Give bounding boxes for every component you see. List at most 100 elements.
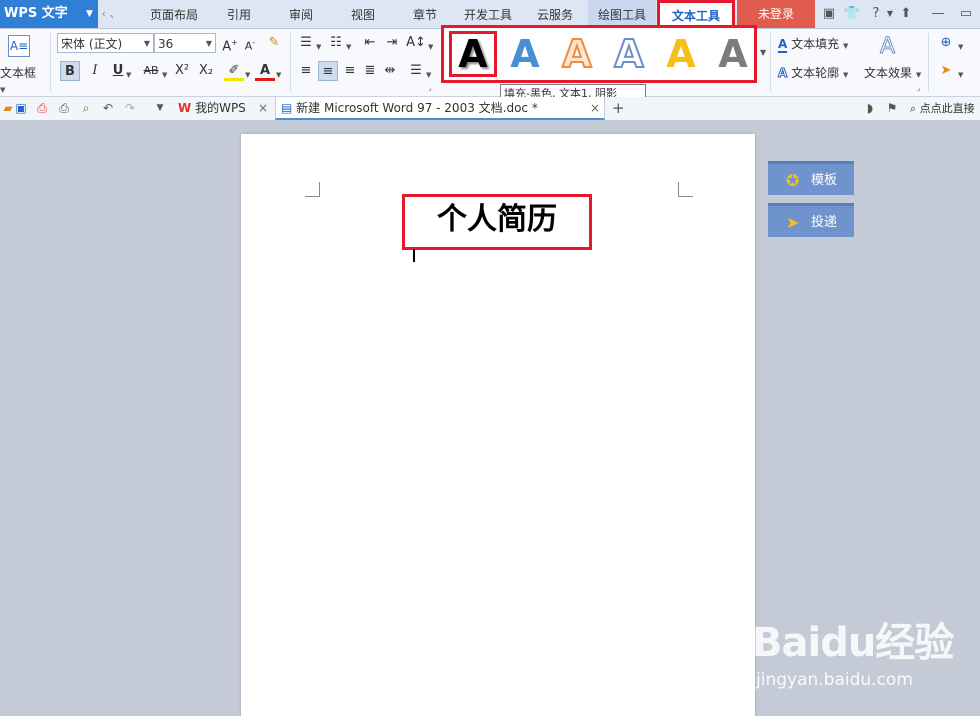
letter-a-icon: A [718, 32, 748, 76]
decrease-indent-icon[interactable]: ⇤ [360, 33, 380, 53]
export-pdf-icon[interactable]: ⎙ [34, 99, 50, 117]
align-left-icon[interactable]: ≡ [296, 61, 316, 81]
doc-tab-my-wps[interactable]: W 我的WPS × [172, 97, 272, 120]
chevron-down-icon: ▼ [915, 71, 922, 79]
submit-button[interactable]: ➤ 投递 [768, 203, 854, 237]
align-right-icon[interactable]: ≡ [340, 61, 360, 81]
chevron-down-icon[interactable]: ▼ [245, 66, 250, 80]
letter-a-icon: A [510, 32, 540, 76]
watermark-logo: Baidu经验 [752, 620, 954, 666]
tab-drawing-tools[interactable]: 绘图工具 [588, 0, 656, 28]
print-icon[interactable]: ⎙ [56, 99, 72, 117]
tab-page-layout[interactable]: 页面布局 [138, 0, 210, 28]
bullet-list-icon[interactable]: ☰ [296, 33, 316, 53]
dialog-launcher-icon[interactable]: ⌟ [428, 83, 432, 92]
gallery-more-icon[interactable]: ▼ [760, 48, 766, 57]
new-tab-icon[interactable]: + [612, 97, 628, 120]
text-fill-button[interactable]: A 文本填充 ▼ [778, 35, 860, 53]
strikethrough-button[interactable]: AB [140, 61, 162, 81]
tab-section[interactable]: 章节 [400, 0, 450, 28]
tab-scroll-left-icon[interactable]: ‹ 、 [100, 0, 122, 28]
style-fill-gray[interactable]: A [709, 31, 757, 77]
subscript-button[interactable]: X₂ [195, 61, 217, 81]
style-fill-black[interactable]: A [449, 31, 497, 77]
select-pointer-icon[interactable]: ➤ [936, 61, 956, 81]
find-icon[interactable]: ⊕ [936, 33, 956, 53]
letter-a-icon: A [666, 32, 696, 76]
redo-icon[interactable]: ↷ [122, 99, 138, 117]
tab-developer[interactable]: 开发工具 [456, 0, 520, 28]
font-name-select[interactable]: 宋体 (正文) ▼ [57, 33, 154, 53]
textbox-button[interactable]: 文本框 ▼ [0, 64, 42, 95]
chevron-down-icon: ▼ [205, 39, 212, 48]
textbox-icon[interactable]: A≡ [8, 35, 30, 57]
chevron-down-icon: ▼ [0, 86, 6, 94]
group-divider [290, 33, 291, 91]
letter-a-icon: A [613, 31, 644, 77]
chevron-down-icon[interactable]: ▼ [162, 66, 167, 80]
style-fill-blue[interactable]: A [501, 31, 549, 77]
textbox-label: 文本框 [0, 66, 37, 80]
login-button[interactable]: 未登录 [737, 0, 815, 28]
increase-indent-icon[interactable]: ⇥ [382, 33, 402, 53]
letter-a-icon: A [561, 31, 592, 77]
underline-button[interactable]: U [108, 61, 128, 81]
dialog-launcher-icon[interactable]: ⌟ [917, 83, 921, 92]
maximize-icon[interactable]: ▭ [956, 4, 976, 24]
text-direction-icon[interactable]: A↕ [406, 33, 426, 53]
chevron-down-icon[interactable]: ▼ [276, 66, 281, 80]
print-preview-icon[interactable]: ⌕ [78, 99, 94, 117]
close-icon[interactable]: × [590, 97, 600, 120]
chevron-down-icon[interactable]: ▼ [346, 38, 351, 52]
tab-view[interactable]: 视图 [338, 0, 388, 28]
text-effect-button[interactable]: 文本效果 ▼ [864, 64, 924, 81]
chevron-down-icon[interactable]: ▼ [426, 66, 431, 80]
group-divider [50, 33, 51, 91]
text-outline-button[interactable]: A 文本轮廓 ▼ [777, 64, 860, 81]
distribute-icon[interactable]: ⇹ [380, 61, 400, 81]
template-button[interactable]: ✪ 模板 [768, 161, 854, 195]
style-fill-gold[interactable]: A [657, 31, 705, 77]
search-box[interactable]: ⌕ 点点此直接 [910, 97, 980, 120]
chevron-down-icon[interactable]: ▼ [316, 38, 321, 52]
restore-ribbon-icon[interactable]: ⬆ [896, 4, 916, 24]
font-size-select[interactable]: 36 ▼ [154, 33, 216, 53]
doc-tab-label: 我的WPS [195, 101, 246, 115]
chevron-down-icon[interactable]: ▼ [428, 38, 433, 52]
minimize-icon[interactable]: — [928, 4, 948, 24]
align-center-icon[interactable]: ≡ [318, 61, 338, 81]
italic-button[interactable]: I [85, 61, 105, 81]
grow-font-icon[interactable]: A+ [220, 33, 240, 54]
skin-icon[interactable]: ▣ [819, 4, 839, 24]
clear-format-icon[interactable]: ✎ [264, 33, 284, 53]
margin-corner-mark [678, 182, 693, 197]
app-menu-button[interactable]: WPS 文字 ▼ [0, 0, 98, 28]
tab-cloud[interactable]: 云服务 [524, 0, 586, 28]
tab-review[interactable]: 审阅 [276, 0, 326, 28]
style-outline-orange[interactable]: A [553, 31, 601, 77]
font-color-button[interactable]: A [255, 61, 275, 81]
doc-tab-current[interactable]: ▤ 新建 Microsoft Word 97 - 2003 文档.doc * × [275, 97, 605, 120]
quick-access-dropdown-icon[interactable]: ▼ [152, 99, 168, 117]
pane-icon[interactable]: ◗ [862, 99, 878, 117]
highlight-icon[interactable]: ✐ [224, 61, 244, 81]
close-icon[interactable]: × [258, 97, 268, 120]
submit-label: 投递 [811, 215, 838, 230]
shirt-icon[interactable]: 👕 [842, 4, 862, 24]
shrink-font-icon[interactable]: A- [240, 33, 260, 53]
numbered-list-icon[interactable]: ☷ [326, 33, 346, 53]
undo-icon[interactable]: ↶ [100, 99, 116, 117]
chevron-down-icon[interactable]: ▼ [126, 66, 131, 80]
chevron-down-icon[interactable]: ▼ [958, 66, 963, 80]
justify-icon[interactable]: ≣ [360, 61, 380, 81]
paper-plane-icon: ➤ [786, 213, 800, 232]
tab-references[interactable]: 引用 [214, 0, 264, 28]
superscript-button[interactable]: X² [171, 61, 193, 81]
feedback-icon[interactable]: ⚑ [884, 99, 900, 117]
chevron-down-icon[interactable]: ▼ [958, 38, 963, 52]
text-effect-icon[interactable]: A [879, 34, 895, 60]
save-icon[interactable]: ▣ [13, 99, 29, 117]
style-outline-blue[interactable]: A [605, 31, 653, 77]
line-spacing-icon[interactable]: ☰ [406, 61, 426, 81]
bold-button[interactable]: B [60, 61, 80, 81]
